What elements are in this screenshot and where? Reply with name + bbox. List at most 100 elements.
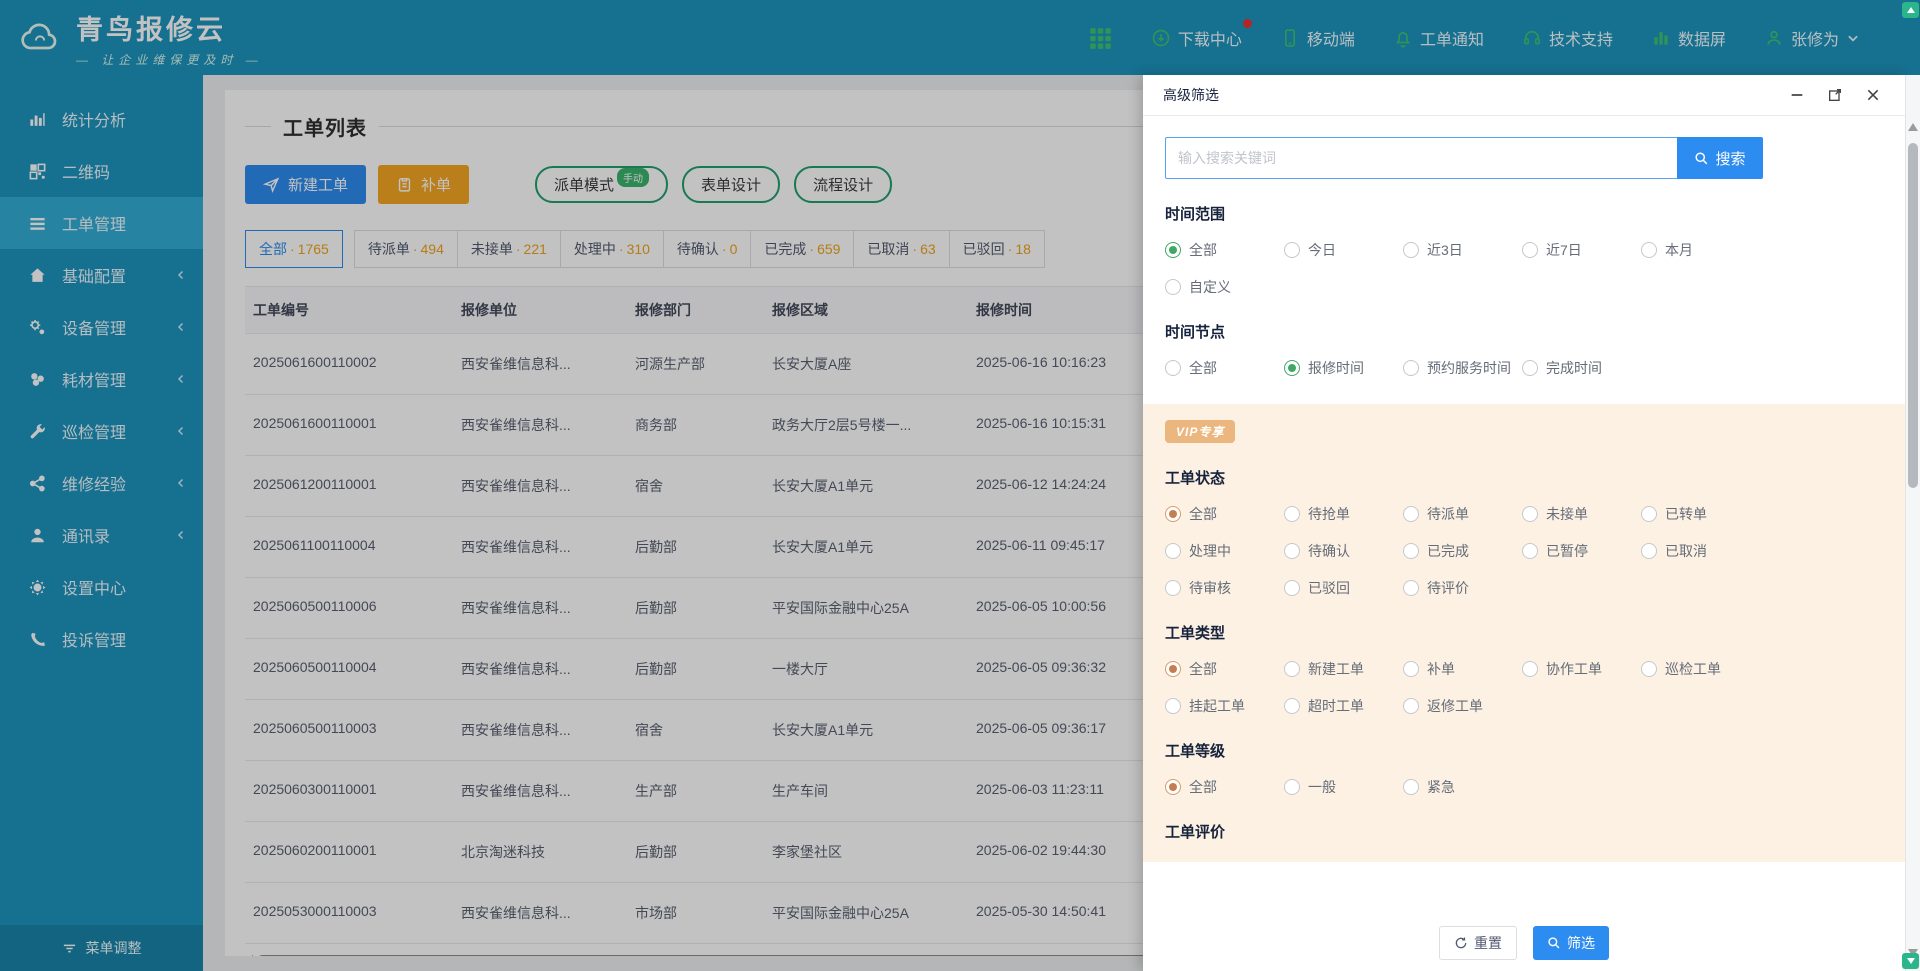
- radio-option[interactable]: 补单: [1403, 659, 1522, 679]
- radio-icon: [1522, 543, 1538, 559]
- radio-option[interactable]: 待审核: [1165, 578, 1284, 598]
- minimize-icon[interactable]: [1789, 87, 1805, 103]
- vip-filter-zone: VIP专享 工单状态 全部待抢单待派单未接单已转单处理中待确认已完成已暂停已取消…: [1143, 404, 1905, 862]
- radio-option[interactable]: 报修时间: [1284, 358, 1403, 378]
- section-title: 工单等级: [1165, 740, 1905, 761]
- radio-icon: [1403, 506, 1419, 522]
- radio-icon: [1284, 580, 1300, 596]
- radio-option[interactable]: 待确认: [1284, 541, 1403, 561]
- reset-button[interactable]: 重置: [1439, 926, 1517, 960]
- radio-icon: [1403, 661, 1419, 677]
- radio-option[interactable]: 未接单: [1522, 504, 1641, 524]
- section-time-node: 时间节点 全部报修时间预约服务时间完成时间: [1165, 321, 1905, 378]
- section-title: 工单类型: [1165, 622, 1905, 643]
- vip-badge: VIP专享: [1165, 420, 1235, 443]
- radio-option[interactable]: 超时工单: [1284, 696, 1403, 716]
- radio-icon: [1284, 242, 1300, 258]
- magnifier-icon: [1694, 151, 1709, 166]
- radio-icon: [1165, 360, 1181, 376]
- radio-option[interactable]: 协作工单: [1522, 659, 1641, 679]
- radio-option[interactable]: 近3日: [1403, 240, 1522, 260]
- modal-dim-overlay: [1143, 0, 1920, 75]
- scroll-up-arrow-icon[interactable]: [1908, 123, 1918, 131]
- section-title: 工单评价: [1165, 821, 1905, 842]
- radio-icon: [1641, 242, 1657, 258]
- panel-footer: 重置 筛选: [1143, 915, 1905, 971]
- radio-option[interactable]: 待派单: [1403, 504, 1522, 524]
- vertical-scrollbar[interactable]: [1905, 75, 1920, 971]
- radio-icon: [1165, 279, 1181, 295]
- radio-option[interactable]: 待抢单: [1284, 504, 1403, 524]
- section-order-status: 工单状态 全部待抢单待派单未接单已转单处理中待确认已完成已暂停已取消待审核已驳回…: [1165, 467, 1905, 598]
- section-order-level: 工单等级 全部一般紧急: [1165, 740, 1905, 797]
- section-order-rating: 工单评价: [1165, 821, 1905, 842]
- radio-option[interactable]: 预约服务时间: [1403, 358, 1522, 378]
- radio-option[interactable]: 已转单: [1641, 504, 1760, 524]
- section-title: 时间节点: [1165, 321, 1905, 342]
- expand-icon[interactable]: [1827, 87, 1843, 103]
- keyword-search-input[interactable]: [1165, 137, 1677, 179]
- radio-option[interactable]: 新建工单: [1284, 659, 1403, 679]
- radio-icon: [1165, 543, 1181, 559]
- scroll-bottom-corner-button[interactable]: [1902, 953, 1919, 969]
- app-root: 青鸟报修云 — 让企业维保更及时 — 下载中心 移动端 工单通知 技术支持: [0, 0, 1920, 971]
- radio-icon: [1284, 360, 1300, 376]
- radio-option[interactable]: 完成时间: [1522, 358, 1641, 378]
- radio-icon: [1403, 580, 1419, 596]
- radio-icon: [1284, 543, 1300, 559]
- radio-option[interactable]: 全部: [1165, 777, 1284, 797]
- radio-option[interactable]: 近7日: [1522, 240, 1641, 260]
- radio-option[interactable]: 全部: [1165, 240, 1284, 260]
- panel-title: 高级筛选: [1163, 85, 1219, 105]
- radio-icon: [1284, 698, 1300, 714]
- radio-option[interactable]: 今日: [1284, 240, 1403, 260]
- radio-icon: [1403, 779, 1419, 795]
- radio-option[interactable]: 全部: [1165, 358, 1284, 378]
- radio-icon: [1522, 242, 1538, 258]
- close-icon[interactable]: [1865, 87, 1881, 103]
- radio-icon: [1403, 543, 1419, 559]
- section-title: 工单状态: [1165, 467, 1905, 488]
- refresh-icon: [1454, 936, 1468, 950]
- radio-option[interactable]: 已暂停: [1522, 541, 1641, 561]
- radio-icon: [1522, 661, 1538, 677]
- radio-icon: [1522, 360, 1538, 376]
- radio-option[interactable]: 本月: [1641, 240, 1760, 260]
- radio-icon: [1284, 506, 1300, 522]
- section-order-type: 工单类型 全部新建工单补单协作工单巡检工单挂起工单超时工单返修工单: [1165, 622, 1905, 716]
- radio-option[interactable]: 返修工单: [1403, 696, 1522, 716]
- scroll-top-corner-button[interactable]: [1902, 2, 1919, 18]
- radio-icon: [1165, 506, 1181, 522]
- radio-option[interactable]: 自定义: [1165, 277, 1284, 297]
- radio-icon: [1641, 661, 1657, 677]
- modal-dim-overlay: [0, 0, 1143, 971]
- radio-option[interactable]: 巡检工单: [1641, 659, 1760, 679]
- radio-option[interactable]: 处理中: [1165, 541, 1284, 561]
- radio-option[interactable]: 一般: [1284, 777, 1403, 797]
- radio-option[interactable]: 已驳回: [1284, 578, 1403, 598]
- radio-option[interactable]: 全部: [1165, 504, 1284, 524]
- section-title: 时间范围: [1165, 203, 1905, 224]
- advanced-filter-panel: 高级筛选 搜索 时间范围 全部今日近3日近7日本月自定义 时间节点: [1143, 75, 1905, 971]
- search-button[interactable]: 搜索: [1677, 137, 1763, 179]
- section-time-range: 时间范围 全部今日近3日近7日本月自定义: [1165, 203, 1905, 297]
- radio-option[interactable]: 紧急: [1403, 777, 1522, 797]
- radio-option[interactable]: 已完成: [1403, 541, 1522, 561]
- vertical-scroll-thumb[interactable]: [1908, 143, 1918, 488]
- apply-filter-button[interactable]: 筛选: [1533, 926, 1609, 960]
- up-arrow-icon: [1907, 7, 1915, 13]
- radio-icon: [1165, 698, 1181, 714]
- radio-icon: [1165, 661, 1181, 677]
- radio-icon: [1403, 698, 1419, 714]
- radio-icon: [1165, 580, 1181, 596]
- radio-option[interactable]: 待评价: [1403, 578, 1522, 598]
- radio-icon: [1641, 543, 1657, 559]
- radio-option[interactable]: 挂起工单: [1165, 696, 1284, 716]
- down-arrow-icon: [1907, 958, 1915, 964]
- radio-icon: [1284, 779, 1300, 795]
- radio-icon: [1284, 661, 1300, 677]
- radio-icon: [1403, 242, 1419, 258]
- radio-option[interactable]: 全部: [1165, 659, 1284, 679]
- radio-option[interactable]: 已取消: [1641, 541, 1760, 561]
- radio-icon: [1522, 506, 1538, 522]
